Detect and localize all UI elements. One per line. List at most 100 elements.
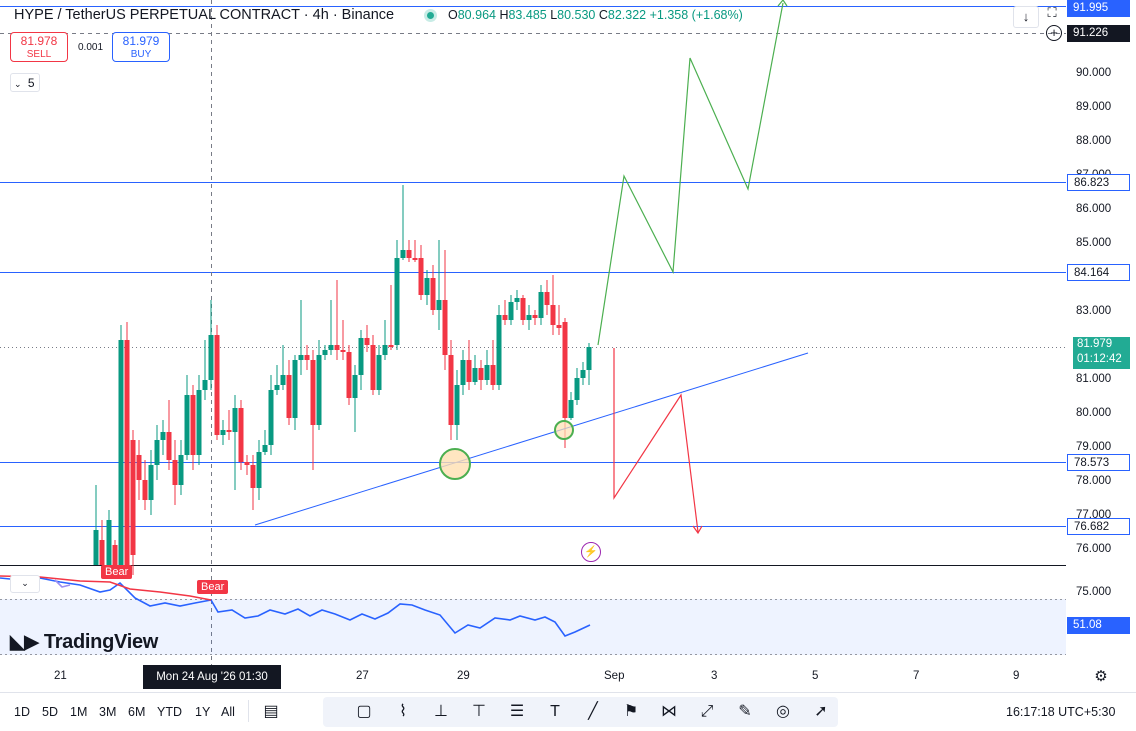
candle-body bbox=[502, 315, 508, 320]
timeframe-6m[interactable]: 6M bbox=[128, 705, 145, 719]
candle-body bbox=[472, 368, 478, 382]
candle-body bbox=[244, 462, 250, 465]
candle-body bbox=[532, 315, 538, 318]
scroll-down-icon[interactable]: ↓ bbox=[1013, 6, 1039, 28]
fullscreen-icon[interactable]: ⛶ bbox=[1044, 6, 1060, 20]
last-price-value: 81.979 bbox=[1077, 338, 1113, 350]
measure-icon[interactable]: ⤢ bbox=[695, 700, 719, 724]
candle-body bbox=[484, 365, 490, 380]
long-position-icon[interactable]: ⊥ bbox=[429, 700, 453, 724]
candle-body bbox=[142, 480, 148, 500]
price-axis-label: 81.000 bbox=[1076, 373, 1112, 385]
bar-countdown: 01:12:42 bbox=[1077, 353, 1122, 365]
price-axis-label: 79.000 bbox=[1076, 441, 1112, 453]
candle-body bbox=[466, 360, 472, 382]
price-axis-label: 89.000 bbox=[1076, 101, 1112, 113]
market-status-icon[interactable] bbox=[424, 9, 437, 22]
candle-body bbox=[112, 545, 118, 565]
spread-value: 0.001 bbox=[78, 42, 104, 53]
candle-body bbox=[286, 375, 292, 418]
sell-label: SELL bbox=[26, 49, 52, 60]
timeframe-5d[interactable]: 5D bbox=[42, 705, 58, 719]
price-axis-label: 78.000 bbox=[1076, 475, 1112, 487]
candle-body bbox=[400, 250, 406, 258]
candle-body bbox=[352, 375, 358, 398]
target-icon[interactable]: ◎ bbox=[771, 700, 795, 724]
timeframe-1m[interactable]: 1M bbox=[70, 705, 87, 719]
chart-settings-icon[interactable]: ⚙ bbox=[1093, 669, 1109, 685]
candle-body bbox=[214, 335, 220, 435]
candles bbox=[93, 185, 592, 575]
candle-body bbox=[136, 455, 142, 480]
time-label-sep: Sep bbox=[604, 670, 625, 682]
candle-body bbox=[226, 430, 232, 432]
sell-price: 81.978 bbox=[20, 34, 58, 48]
clock-timezone[interactable]: 16:17:18 UTC+5:30 bbox=[1006, 705, 1115, 719]
price-axis-label: 86.000 bbox=[1076, 203, 1112, 215]
candle-body bbox=[292, 360, 298, 418]
price-axis-label: 88.000 bbox=[1076, 135, 1112, 147]
symbol-title[interactable]: HYPE / TetherUS PERPETUAL CONTRACT · 4h … bbox=[14, 7, 394, 23]
brush-icon[interactable]: ✎ bbox=[733, 700, 757, 724]
tradingview-logo[interactable]: ◣▶ TradingView bbox=[10, 631, 158, 654]
indicator-count: 5 bbox=[27, 76, 35, 90]
timeframe-ytd[interactable]: YTD bbox=[157, 705, 182, 719]
candle-body bbox=[310, 360, 316, 425]
main-chart[interactable] bbox=[0, 0, 1066, 690]
add-icon[interactable]: + bbox=[1046, 25, 1062, 41]
candle-body bbox=[556, 325, 562, 328]
candle-body bbox=[406, 250, 412, 258]
ohlc-readout: O80.964 H83.485 L80.530 C82.322 +1.358 (… bbox=[448, 8, 743, 22]
candle-body bbox=[568, 400, 574, 418]
tv-logo-icon: ◣▶ bbox=[10, 632, 39, 653]
candle-body bbox=[478, 368, 484, 380]
short-position-icon[interactable]: ⊤ bbox=[467, 700, 491, 724]
rectangle-icon[interactable]: ▢ bbox=[352, 700, 376, 724]
price-tag-76682: 76.682 bbox=[1067, 518, 1130, 535]
candle-body bbox=[232, 408, 238, 432]
timeframe-1y[interactable]: 1Y bbox=[195, 705, 210, 719]
candle-body bbox=[442, 300, 448, 355]
text-icon[interactable]: T bbox=[543, 700, 567, 724]
price-axis-label: 90.000 bbox=[1076, 67, 1112, 79]
indicators-collapse-button[interactable]: ⌄ 5 bbox=[10, 73, 40, 92]
trendline-icon[interactable]: ╱ bbox=[581, 700, 605, 724]
candle-body bbox=[496, 315, 502, 385]
timeframe-1d[interactable]: 1D bbox=[14, 705, 30, 719]
candle-body bbox=[238, 408, 244, 462]
candle-body bbox=[106, 520, 112, 565]
candle-body bbox=[358, 338, 364, 375]
support-circle-large bbox=[439, 448, 471, 480]
price-axis-label: 83.000 bbox=[1076, 305, 1112, 317]
candle-body bbox=[208, 335, 214, 380]
horizontal-lines-icon[interactable]: ☰ bbox=[505, 700, 529, 724]
bear-label-1: Bear bbox=[101, 565, 133, 579]
path-icon[interactable]: ⌇ bbox=[391, 700, 415, 724]
rsi-collapse-button[interactable]: ⌄ bbox=[10, 575, 40, 593]
candle-body bbox=[220, 430, 226, 435]
candle-body bbox=[172, 460, 178, 485]
timeframe-3m[interactable]: 3M bbox=[99, 705, 116, 719]
candle-body bbox=[520, 298, 526, 320]
candle-body bbox=[454, 385, 460, 425]
candle-body bbox=[460, 360, 466, 385]
sell-button[interactable]: 81.978 SELL bbox=[10, 32, 68, 62]
candle-body bbox=[280, 375, 286, 385]
calendar-range-icon[interactable]: ▤ bbox=[259, 700, 283, 724]
candle-body bbox=[544, 292, 550, 305]
bear-label-2: Bear bbox=[197, 580, 229, 594]
timeframe-all[interactable]: All bbox=[221, 705, 235, 719]
projection-icon[interactable]: ⋈ bbox=[657, 700, 681, 724]
candle-body bbox=[580, 370, 586, 378]
last-price-tag: 81.979 01:12:42 bbox=[1073, 337, 1130, 369]
lightning-icon[interactable]: ⚡ bbox=[581, 542, 601, 562]
flag-pen-icon[interactable]: ⚑ bbox=[619, 700, 643, 724]
candle-body bbox=[382, 345, 388, 355]
candle-body bbox=[412, 258, 418, 260]
arrow-icon[interactable]: ➚ bbox=[809, 700, 833, 724]
buy-button[interactable]: 81.979 BUY bbox=[112, 32, 170, 62]
price-axis-label: 75.000 bbox=[1076, 586, 1112, 598]
time-label-9: 9 bbox=[1013, 670, 1020, 682]
crosshair-price-tag: 91.226 bbox=[1067, 25, 1130, 42]
price-axis-label: 80.000 bbox=[1076, 407, 1112, 419]
